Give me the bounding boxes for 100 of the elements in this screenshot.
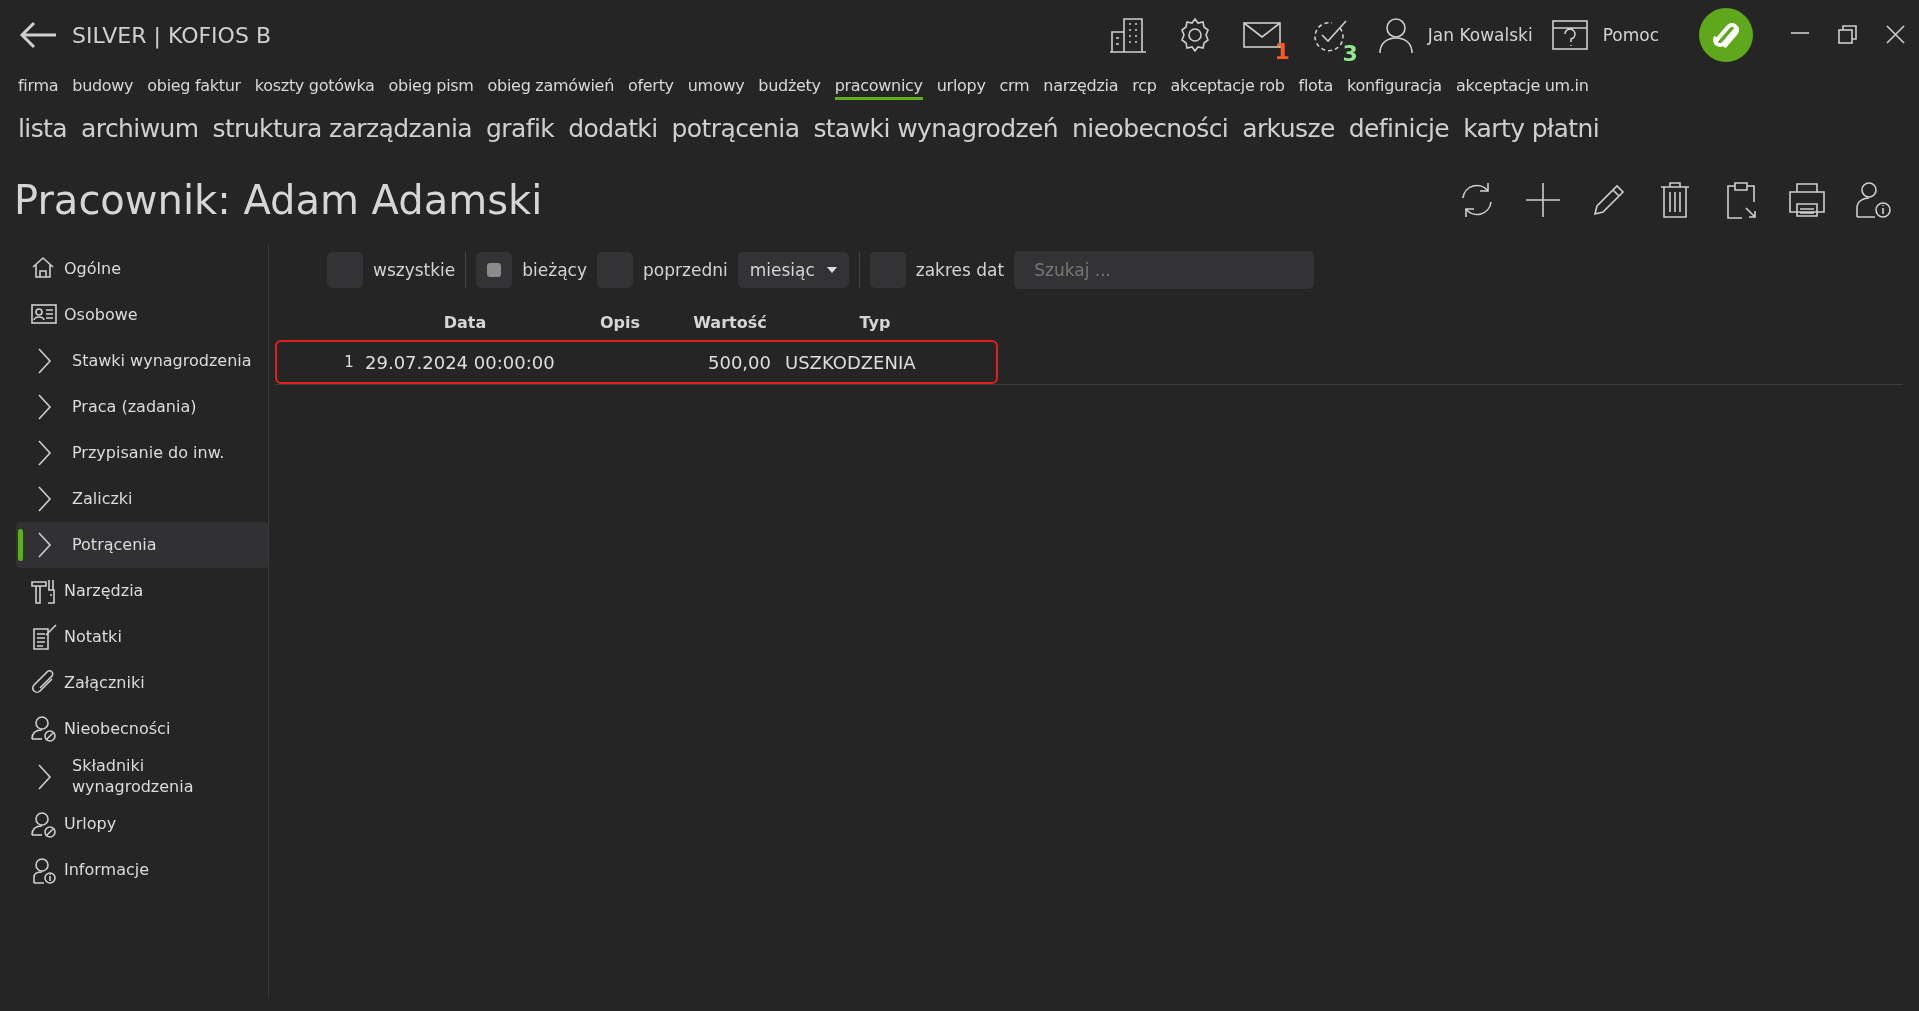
table-cell-text: USZKODZENIA <box>785 351 917 373</box>
sidebar-icon <box>30 577 58 605</box>
submenu-link[interactable]: lista <box>18 113 68 143</box>
page-title: Pracownik: Adam Adamski <box>14 177 544 223</box>
sidebar-item[interactable]: Praca (zadania) <box>16 384 268 430</box>
app-logo <box>1699 8 1753 62</box>
search-field[interactable]: Szukaj ... <box>1014 251 1315 289</box>
row-number: 1 <box>343 353 355 371</box>
module-tab[interactable]: flota <box>1298 76 1334 100</box>
back-arrow-icon[interactable] <box>18 20 58 50</box>
sidebar-label: Załączniki <box>64 672 145 694</box>
sidebar-item[interactable]: Ogólne <box>16 246 268 292</box>
sidebar-item[interactable]: Potrącenia <box>16 522 268 568</box>
submenu-link[interactable]: potrącenia <box>671 113 800 143</box>
checkbox-label: bieżący <box>522 260 588 280</box>
sidebar-item[interactable]: Załączniki <box>16 660 268 706</box>
user-name[interactable]: Jan Kowalski <box>1427 25 1533 45</box>
submenu-link[interactable]: definicje <box>1348 113 1450 143</box>
submenu-link[interactable]: struktura zarządzania <box>212 113 473 143</box>
sidebar-item[interactable]: Przypisanie do inw. <box>16 430 268 476</box>
table-cell-text: 29.07.2024 00:00:00 <box>365 351 556 373</box>
chevron-right-icon[interactable] <box>36 393 52 421</box>
help-link[interactable]: Pomoc <box>1602 25 1659 45</box>
submenu-link[interactable]: stawki wynagrodzeń <box>813 113 1059 143</box>
checkbox-label: wszystkie <box>373 260 456 280</box>
submenu-link[interactable]: nieobecności <box>1072 113 1229 143</box>
chevron-right-icon[interactable] <box>36 439 52 467</box>
module-tab[interactable]: urlopy <box>936 76 986 100</box>
sidebar-item[interactable]: Narzędzia <box>16 568 268 614</box>
module-tab[interactable]: budowy <box>72 76 134 100</box>
sidebar-label: Stawki wynagrodzenia <box>72 350 252 372</box>
sidebar-label: Notatki <box>64 626 122 648</box>
sidebar-item[interactable]: Nieobecności <box>16 706 268 752</box>
sidebar-label: Informacje <box>64 860 150 881</box>
sidebar-label: Przypisanie do inw. <box>72 442 225 464</box>
user-icon[interactable] <box>1377 16 1414 54</box>
tasks-count: 3 <box>1342 41 1358 66</box>
sidebar-label: Nieobecności <box>64 718 171 740</box>
sidebar-label: Praca (zadania) <box>72 396 197 418</box>
sidebar-item[interactable]: Osobowe <box>16 292 268 338</box>
help-window-icon[interactable] <box>1550 19 1589 51</box>
module-tab[interactable]: narzędzia <box>1043 76 1119 100</box>
selection-bar <box>18 529 23 561</box>
sidebar-label: Potrącenia <box>72 534 157 556</box>
module-tab[interactable]: budżety <box>758 76 821 100</box>
module-tab[interactable]: firma <box>18 76 59 100</box>
sidebar-item[interactable]: Zaliczki <box>16 476 268 522</box>
checkbox-label: zakres dat <box>915 260 1005 280</box>
table-cell-text: 500,00 <box>707 351 772 373</box>
window-title: SILVER | KOFIOS B <box>72 22 272 48</box>
chevron-right-icon[interactable] <box>36 762 52 791</box>
user-info-icon[interactable] <box>1853 180 1893 220</box>
module-tab[interactable]: obieg pism <box>388 76 474 100</box>
module-tab[interactable]: koszty gotówka <box>254 76 375 100</box>
module-tab[interactable]: crm <box>999 76 1030 100</box>
sidebar-icon <box>30 715 58 743</box>
sidebar-label: Składniki wynagrodzenia <box>72 756 195 798</box>
column-header: Data <box>442 312 488 332</box>
column-header: Opis <box>598 312 642 332</box>
sidebar-item[interactable]: Składniki wynagrodzenia <box>16 752 268 802</box>
sidebar-item[interactable]: Urlopy <box>16 801 268 848</box>
sidebar-icon <box>30 623 58 651</box>
chevron-right-icon[interactable] <box>36 485 52 513</box>
period-dropdown[interactable]: miesiąc <box>737 252 849 288</box>
module-tab[interactable]: rcp <box>1132 76 1157 100</box>
sidebar-item[interactable]: Stawki wynagrodzenia <box>16 338 268 384</box>
sidebar-label: Narzędzia <box>64 580 144 602</box>
caret-down-icon <box>826 267 837 273</box>
sidebar-label: Osobowe <box>64 304 138 326</box>
sidebar-icon <box>30 856 58 885</box>
checkbox[interactable] <box>476 252 513 288</box>
submenu-link[interactable]: arkusze <box>1242 113 1335 143</box>
add-icon[interactable] <box>1523 180 1563 220</box>
mail-count: 1 <box>1274 39 1290 64</box>
building-icon[interactable] <box>1107 16 1148 54</box>
checkbox-label: poprzedni <box>643 260 728 280</box>
column-header: Wartość <box>692 312 768 332</box>
column-header: Typ <box>858 312 892 332</box>
printer-icon[interactable] <box>1787 180 1827 220</box>
module-tab[interactable]: obieg faktur <box>147 76 241 100</box>
module-tab[interactable]: obieg zamówień <box>487 76 614 100</box>
chevron-right-icon[interactable] <box>36 347 52 375</box>
module-tab[interactable]: pracownicy <box>834 76 923 100</box>
submenu-link[interactable]: dodatki <box>568 113 658 143</box>
sidebar-label: Urlopy <box>64 814 117 835</box>
module-tab[interactable]: akceptacje rob <box>1170 76 1285 100</box>
sidebar-item[interactable]: Informacje <box>16 847 268 894</box>
sidebar-icon <box>30 810 58 839</box>
submenu-link[interactable]: grafik <box>486 113 555 143</box>
module-tab[interactable]: akceptacje um.in <box>1455 76 1589 100</box>
sidebar-label: Ogólne <box>64 258 121 280</box>
submenu-link[interactable]: karty płatni <box>1463 113 1600 143</box>
chevron-right-icon[interactable] <box>36 531 52 559</box>
module-tab[interactable]: konfiguracja <box>1347 76 1442 100</box>
restore-icon[interactable] <box>1835 23 1859 47</box>
submenu-link[interactable]: archiwum <box>81 113 199 143</box>
sidebar-label: Zaliczki <box>72 488 133 510</box>
module-tab[interactable]: oferty <box>628 76 674 100</box>
module-tab[interactable]: umowy <box>687 76 745 100</box>
sidebar-item[interactable]: Notatki <box>16 614 268 660</box>
